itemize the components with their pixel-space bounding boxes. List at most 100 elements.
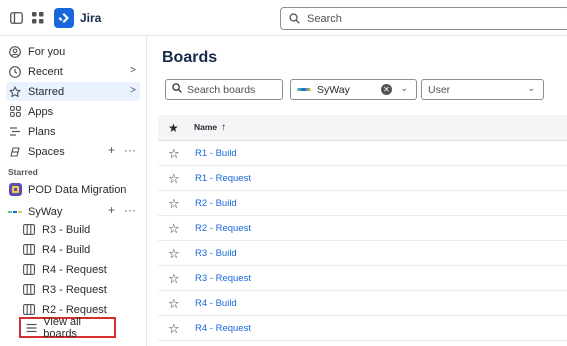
starred-heading: Starred (8, 167, 38, 177)
search-boards-placeholder: Search boards (187, 83, 256, 96)
page-title: Boards (162, 49, 218, 66)
sidebar-item-recent[interactable]: Recent > (6, 62, 140, 81)
apps-icon (8, 105, 22, 119)
sidebar-item-label: For you (28, 45, 66, 58)
table-row: ☆ R4 - Build (158, 291, 567, 316)
global-search-input[interactable]: Search (280, 7, 567, 30)
spaces-icon (8, 145, 22, 159)
clock-icon (8, 65, 22, 79)
spaces-more-button[interactable]: ··· (124, 143, 136, 157)
sidebar-item-label: Apps (28, 105, 54, 118)
search-icon (289, 13, 301, 25)
spaces-actions: + ··· (108, 143, 136, 157)
view-all-boards-label: View all boards (43, 315, 82, 340)
sidebar-item-for-you[interactable]: For you (6, 42, 140, 61)
brand-name: Jira (80, 11, 102, 25)
star-toggle-icon[interactable]: ☆ (168, 296, 180, 312)
table-row: ☆ R1 - Build (158, 141, 567, 166)
jira-logo-icon (54, 8, 74, 28)
board-link[interactable]: R2 - Request (195, 223, 251, 234)
table-row: ☆ R2 - Request (158, 216, 567, 241)
chevron-down-icon[interactable]: ⌄ (527, 83, 535, 94)
sidebar-space-syway[interactable]: SyWay + ··· (6, 202, 140, 221)
sidebar-board-label: R3 - Build (42, 223, 91, 236)
board-link[interactable]: R2 - Build (195, 198, 237, 209)
view-all-boards-link[interactable]: View all boards (19, 315, 116, 340)
project-avatar-icon (8, 183, 22, 197)
sidebar-item-label: Spaces (28, 145, 65, 158)
clear-filter-icon[interactable]: ✕ (381, 84, 392, 95)
add-space-button[interactable]: + (108, 143, 115, 157)
star-toggle-icon[interactable]: ☆ (168, 171, 180, 187)
sidebar-space-label: SyWay (28, 205, 63, 218)
sidebar-item-starred[interactable]: Starred > (6, 82, 140, 101)
app-switcher-icon[interactable] (28, 8, 48, 28)
board-link[interactable]: R4 - Request (195, 323, 251, 334)
top-navigation-bar: Jira Search (0, 0, 567, 36)
board-link[interactable]: R1 - Request (195, 173, 251, 184)
global-search-placeholder: Search (307, 12, 342, 25)
star-column-icon: ★ (168, 121, 179, 135)
sidebar-toggle-icon[interactable] (6, 8, 26, 28)
sidebar-board-item[interactable]: R3 - Request (20, 280, 140, 299)
sidebar-item-plans[interactable]: Plans (6, 122, 140, 141)
star-toggle-icon[interactable]: ☆ (168, 196, 180, 212)
search-icon (172, 83, 182, 96)
sidebar-board-item[interactable]: R3 - Build (20, 220, 140, 239)
sidebar-board-item[interactable]: R4 - Request (20, 260, 140, 279)
syway-actions: + ··· (108, 203, 136, 217)
space-filter-value: SyWay (317, 83, 350, 96)
sidebar-space-pod-data-migration[interactable]: POD Data Migration (6, 180, 140, 199)
chevron-down-icon[interactable]: ⌄ (400, 83, 408, 94)
syway-logo-icon (297, 88, 311, 91)
sidebar-item-label: Starred (28, 85, 65, 98)
table-row: ☆ R3 - Build (158, 241, 567, 266)
star-toggle-icon[interactable]: ☆ (168, 146, 180, 162)
sidebar: For you Recent > Starred > Apps Plans Sp… (0, 36, 147, 346)
sidebar-item-label: Plans (28, 125, 56, 138)
space-filter-select[interactable]: SyWay ✕ ⌄ (290, 79, 417, 100)
star-toggle-icon[interactable]: ☆ (168, 321, 180, 337)
board-icon (22, 303, 36, 317)
sort-ascending-icon: ↑ (221, 122, 227, 133)
board-link[interactable]: R4 - Build (195, 298, 237, 309)
table-row: ☆ R2 - Build (158, 191, 567, 216)
star-toggle-icon[interactable]: ☆ (168, 221, 180, 237)
board-link[interactable]: R3 - Request (195, 273, 251, 284)
chevron-right-icon[interactable]: > (130, 65, 136, 76)
board-icon (22, 283, 36, 297)
list-icon (25, 321, 38, 335)
search-boards-input[interactable]: Search boards (165, 79, 283, 100)
sidebar-board-label: R4 - Request (42, 263, 107, 276)
jira-home-link[interactable]: Jira (54, 7, 101, 29)
sidebar-item-spaces[interactable]: Spaces + ··· (6, 142, 140, 161)
name-column-label: Name (194, 122, 218, 132)
sidebar-board-label: R3 - Request (42, 283, 107, 296)
sidebar-board-label: R2 - Request (42, 303, 107, 316)
sidebar-item-apps[interactable]: Apps (6, 102, 140, 121)
sidebar-board-label: R4 - Build (42, 243, 91, 256)
add-to-syway-button[interactable]: + (108, 203, 115, 217)
star-toggle-icon[interactable]: ☆ (168, 271, 180, 287)
chevron-right-icon[interactable]: > (130, 85, 136, 96)
name-column-header[interactable]: Name ↑ (194, 122, 226, 133)
table-row: ☆ R3 - Request (158, 266, 567, 291)
board-icon (22, 243, 36, 257)
star-toggle-icon[interactable]: ☆ (168, 246, 180, 262)
board-icon (22, 223, 36, 237)
table-row: ☆ R4 - Request (158, 316, 567, 341)
syway-more-button[interactable]: ··· (124, 203, 136, 217)
board-icon (22, 263, 36, 277)
board-link[interactable]: R1 - Build (195, 148, 237, 159)
star-icon (8, 85, 22, 99)
person-icon (8, 45, 22, 59)
plans-icon (8, 125, 22, 139)
sidebar-board-item[interactable]: R4 - Build (20, 240, 140, 259)
table-row: ☆ R1 - Request (158, 166, 567, 191)
user-filter-select[interactable]: User ⌄ (421, 79, 544, 100)
user-filter-placeholder: User (428, 83, 451, 96)
board-link[interactable]: R3 - Build (195, 248, 237, 259)
syway-logo-icon (8, 205, 22, 219)
sidebar-item-label: Recent (28, 65, 63, 78)
boards-table-header: ★ Name ↑ (158, 115, 567, 141)
